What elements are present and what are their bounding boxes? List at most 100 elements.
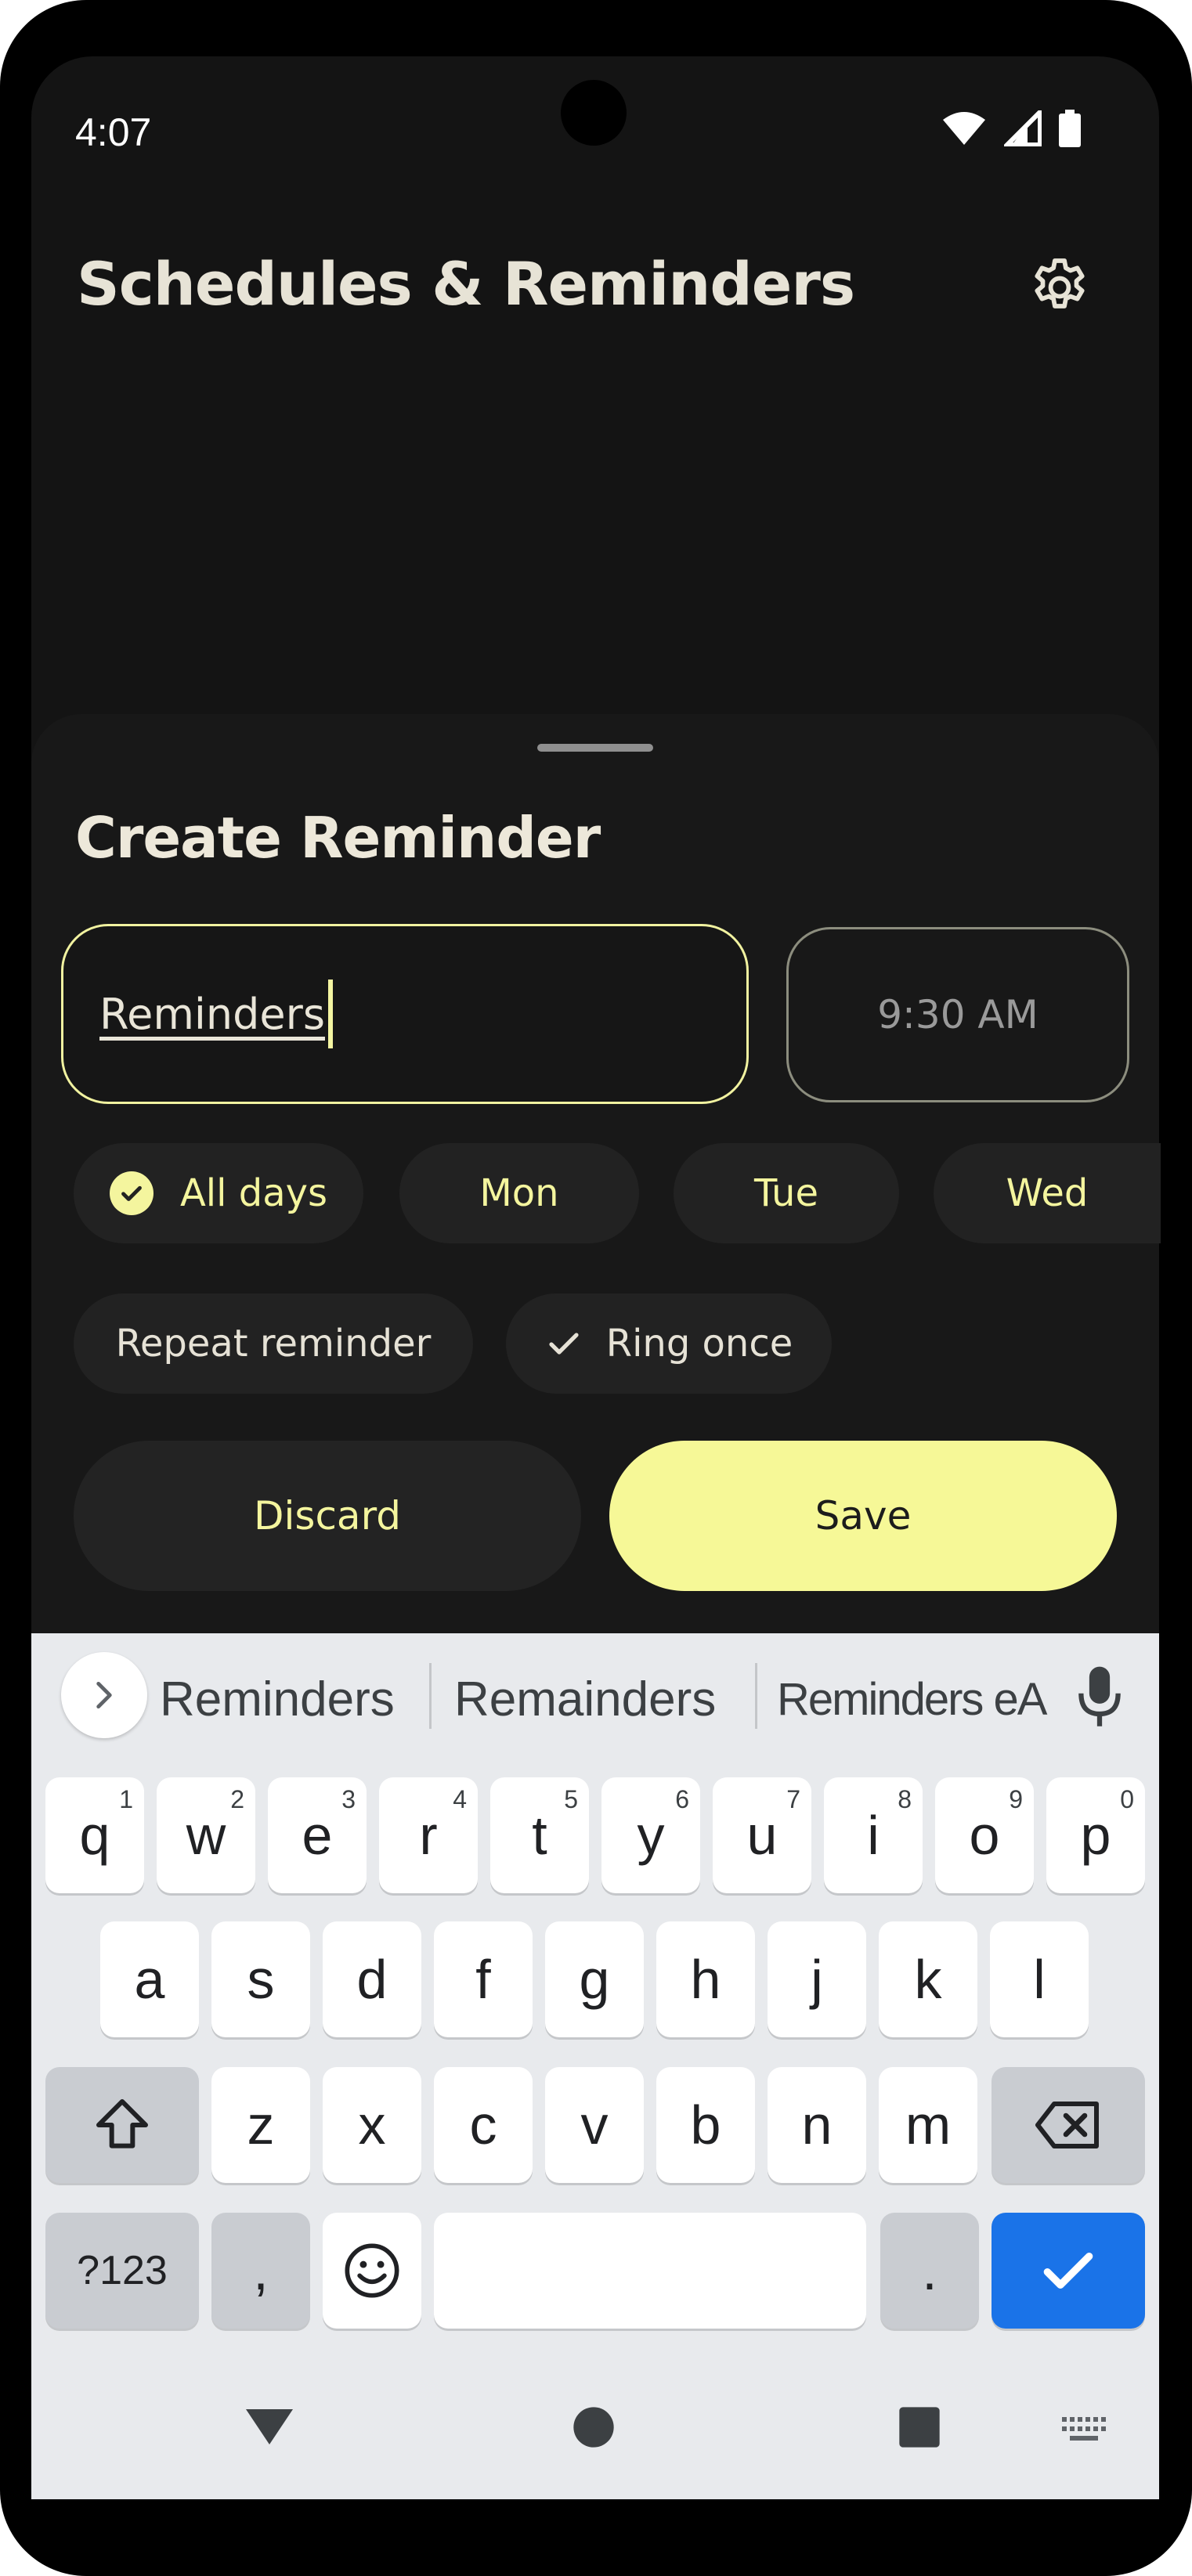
key-hint: 4 — [453, 1785, 467, 1813]
keyboard-switch-icon[interactable] — [1060, 2415, 1107, 2444]
key-j[interactable]: j — [768, 1921, 866, 2037]
chip-label: Ring once — [605, 1322, 793, 1366]
time-value: 9:30 AM — [877, 992, 1038, 1037]
check-icon — [1043, 2253, 1093, 2289]
key-label: . — [922, 2240, 937, 2301]
key-q[interactable]: q1 — [45, 1777, 144, 1893]
chip-mon[interactable]: Mon — [399, 1143, 639, 1243]
chip-label: Repeat reminder — [115, 1322, 432, 1366]
key-label: p — [1080, 1805, 1111, 1866]
key-f[interactable]: f — [434, 1921, 533, 2037]
suggestion-2[interactable]: Remainders — [454, 1668, 716, 1730]
backspace-key[interactable] — [992, 2067, 1145, 2183]
key-label: s — [247, 1949, 275, 2010]
home-icon[interactable] — [572, 2405, 616, 2449]
key-label: y — [637, 1805, 665, 1866]
suggestions-expand-button[interactable] — [61, 1652, 147, 1738]
sheet-drag-handle[interactable] — [537, 744, 653, 752]
key-i[interactable]: i8 — [824, 1777, 923, 1893]
key-label: o — [969, 1805, 1000, 1866]
key-l[interactable]: l — [990, 1921, 1089, 2037]
chip-repeat-reminder[interactable]: Repeat reminder — [74, 1293, 473, 1394]
key-label: a — [134, 1949, 165, 2010]
key-z[interactable]: z — [211, 2067, 310, 2183]
suggestion-1[interactable]: Reminders — [160, 1668, 395, 1730]
chip-label: All days — [179, 1171, 328, 1215]
chip-label: Wed — [1006, 1171, 1089, 1215]
key-w[interactable]: w2 — [157, 1777, 255, 1893]
key-c[interactable]: c — [434, 2067, 533, 2183]
status-time: 4:07 — [75, 110, 152, 154]
reminder-name-input[interactable]: Reminders — [61, 924, 749, 1104]
key-label: h — [690, 1949, 721, 2010]
symbols-key[interactable]: ?123 — [45, 2213, 199, 2329]
chip-label: Tue — [754, 1171, 818, 1215]
emoji-key[interactable] — [323, 2213, 421, 2329]
key-label: r — [419, 1805, 438, 1866]
key-label: g — [579, 1949, 610, 2010]
key-d[interactable]: d — [323, 1921, 421, 2037]
key-n[interactable]: n — [768, 2067, 866, 2183]
space-key[interactable] — [434, 2213, 866, 2329]
key-o[interactable]: o9 — [935, 1777, 1034, 1893]
chip-tue[interactable]: Tue — [674, 1143, 899, 1243]
key-label: j — [811, 1949, 823, 2010]
key-k[interactable]: k — [879, 1921, 977, 2037]
key-hint: 2 — [230, 1785, 244, 1813]
suggestion-divider — [755, 1663, 757, 1729]
key-label: ?123 — [77, 2248, 168, 2293]
key-x[interactable]: x — [323, 2067, 421, 2183]
key-a[interactable]: a — [100, 1921, 199, 2037]
comma-key[interactable]: , — [211, 2213, 310, 2329]
front-camera — [561, 80, 627, 146]
key-p[interactable]: p0 — [1046, 1777, 1145, 1893]
key-g[interactable]: g — [545, 1921, 644, 2037]
key-e[interactable]: e3 — [268, 1777, 367, 1893]
key-m[interactable]: m — [879, 2067, 977, 2183]
reminder-name-value: Reminders — [99, 989, 325, 1039]
key-label: i — [867, 1805, 880, 1866]
key-hint: 3 — [341, 1785, 356, 1813]
key-label: m — [905, 2094, 952, 2156]
text-cursor — [327, 980, 333, 1048]
emoji-icon — [345, 2243, 399, 2298]
key-h[interactable]: h — [656, 1921, 755, 2037]
key-label: u — [746, 1805, 778, 1866]
shift-icon — [96, 2099, 148, 2148]
settings-button[interactable] — [1024, 252, 1095, 323]
chip-ring-once[interactable]: Ring once — [506, 1293, 832, 1394]
key-hint: 9 — [1009, 1785, 1023, 1813]
key-y[interactable]: y6 — [601, 1777, 700, 1893]
key-hint: 6 — [675, 1785, 689, 1813]
chip-wed[interactable]: Wed — [934, 1143, 1161, 1243]
save-button[interactable]: Save — [609, 1441, 1117, 1591]
time-picker-field[interactable]: 9:30 AM — [786, 927, 1129, 1102]
key-hint: 1 — [119, 1785, 133, 1813]
key-t[interactable]: t5 — [490, 1777, 589, 1893]
key-u[interactable]: u7 — [713, 1777, 811, 1893]
period-key[interactable]: . — [880, 2213, 979, 2329]
sheet-title: Create Reminder — [75, 805, 601, 871]
battery-icon — [1059, 110, 1081, 147]
discard-button[interactable]: Discard — [74, 1441, 581, 1591]
key-hint: 5 — [564, 1785, 578, 1813]
key-r[interactable]: r4 — [379, 1777, 478, 1893]
key-s[interactable]: s — [211, 1921, 310, 2037]
back-icon[interactable] — [241, 2404, 298, 2448]
suggestion-3[interactable]: Reminders eA — [777, 1668, 1047, 1730]
recents-icon[interactable] — [898, 2405, 941, 2449]
key-hint: 7 — [786, 1785, 800, 1813]
backspace-icon — [1035, 2102, 1099, 2148]
chip-label: Mon — [479, 1171, 559, 1215]
key-label: k — [914, 1949, 942, 2010]
key-b[interactable]: b — [656, 2067, 755, 2183]
key-label: z — [247, 2094, 275, 2156]
chip-all-days[interactable]: All days — [74, 1143, 363, 1243]
microphone-icon[interactable] — [1075, 1665, 1125, 1730]
key-hint: 0 — [1120, 1785, 1134, 1813]
key-label: l — [1033, 1949, 1046, 2010]
key-v[interactable]: v — [545, 2067, 644, 2183]
suggestion-divider — [429, 1663, 432, 1729]
enter-key[interactable] — [992, 2213, 1145, 2329]
shift-key[interactable] — [45, 2067, 199, 2183]
